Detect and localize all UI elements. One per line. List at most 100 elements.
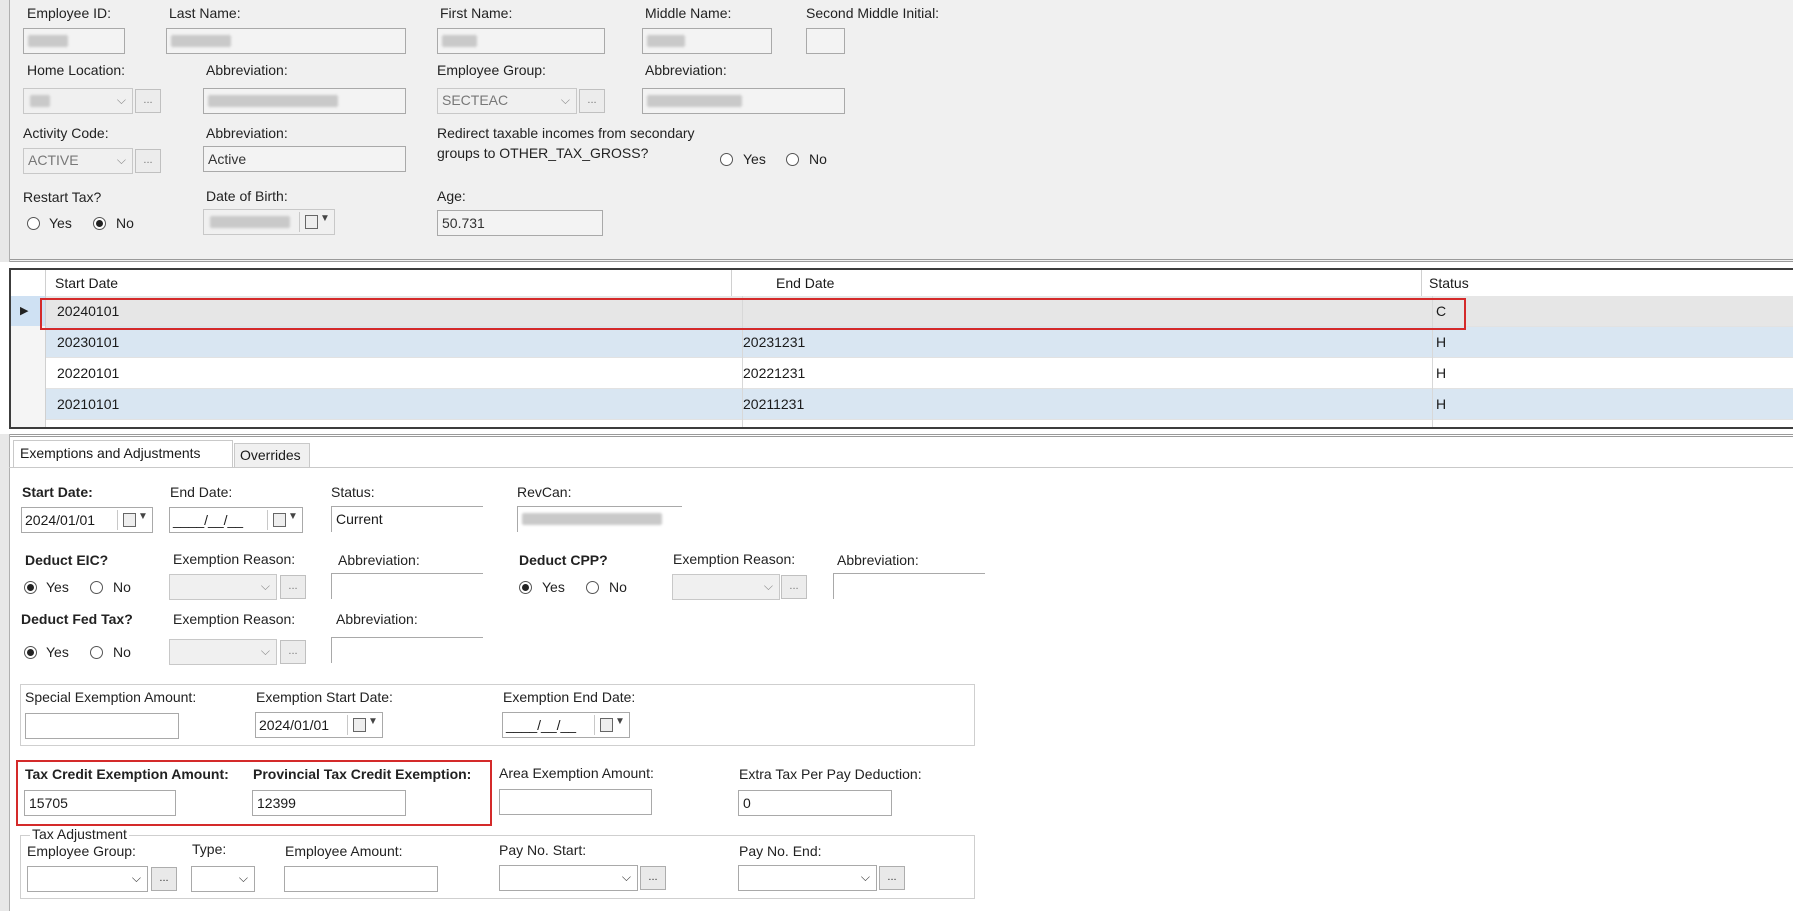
- row-start-date: 20210101: [57, 396, 120, 412]
- chevron-down-icon: ⌵: [131, 871, 141, 885]
- table-row[interactable]: 20210101 20211231 H: [46, 389, 1793, 420]
- calendar-dropdown-icon[interactable]: ▼: [117, 510, 150, 530]
- chevron-down-icon: ⌵: [560, 93, 570, 107]
- tax-adjustment-label: Tax Adjustment: [30, 826, 129, 842]
- restart-tax-yes-radio[interactable]: [27, 217, 40, 230]
- row-start-date: 20220101: [57, 365, 120, 381]
- chevron-down-icon: ⌵: [763, 579, 773, 593]
- first-name-label: First Name:: [440, 5, 513, 21]
- employee-group-lookup-button: ...: [579, 89, 605, 113]
- redirect-taxable-label-line2: groups to OTHER_TAX_GROSS?: [437, 145, 649, 161]
- employee-group-value: SECTEAC: [442, 92, 509, 108]
- exemption-end-date-picker[interactable]: ____/__/__ ▼: [502, 712, 630, 738]
- deduct-eic-yes-radio[interactable]: [24, 581, 37, 594]
- extra-tax-label: Extra Tax Per Pay Deduction:: [739, 766, 922, 782]
- eic-abbreviation-label: Abbreviation:: [338, 552, 420, 568]
- table-row[interactable]: 20230101 20231231 H: [46, 327, 1793, 358]
- activity-code-value: ACTIVE: [28, 152, 79, 168]
- activity-code-lookup-button: ...: [135, 149, 161, 173]
- home-location-label: Home Location:: [27, 62, 126, 78]
- status-label: Status:: [331, 484, 375, 500]
- start-date-label: Start Date:: [22, 484, 93, 500]
- home-location-abbreviation-field: [203, 88, 406, 114]
- deduct-cpp-yes-radio[interactable]: [519, 581, 532, 594]
- chevron-down-icon: ⌵: [621, 870, 631, 884]
- calendar-dropdown-icon[interactable]: ▼: [594, 715, 627, 735]
- redirect-no-label: No: [809, 151, 827, 167]
- activity-code-label: Activity Code:: [23, 125, 109, 141]
- restart-tax-no-label: No: [116, 215, 134, 231]
- pay-no-start-lookup-button[interactable]: ...: [640, 866, 666, 890]
- deduct-cpp-no-label: No: [609, 579, 627, 595]
- cpp-exemption-lookup-button: ...: [781, 575, 807, 599]
- area-exemption-input[interactable]: [499, 789, 652, 815]
- last-name-field: [166, 28, 406, 54]
- deduct-eic-no-radio[interactable]: [90, 581, 103, 594]
- tab-strip-line: [9, 467, 1793, 468]
- exemption-start-date-label: Exemption Start Date:: [256, 689, 393, 705]
- exemption-end-date-value: ____/__/__: [506, 717, 577, 733]
- redirect-taxable-label-line1: Redirect taxable incomes from secondary: [437, 125, 695, 141]
- employee-group-combo: SECTEAC ⌵: [437, 88, 577, 114]
- pay-no-end-combo[interactable]: ⌵: [738, 865, 877, 891]
- calendar-dropdown-icon[interactable]: ▼: [347, 715, 380, 735]
- cpp-exemption-reason-combo: ⌵: [672, 574, 780, 600]
- cpp-abbreviation-label: Abbreviation:: [837, 552, 919, 568]
- deduct-eic-no-label: No: [113, 579, 131, 595]
- redirect-yes-radio[interactable]: [720, 153, 733, 166]
- end-date-label: End Date:: [170, 484, 233, 500]
- age-field: 50.731: [437, 210, 603, 236]
- redirect-no-radio[interactable]: [786, 153, 799, 166]
- employee-amount-input[interactable]: [284, 866, 438, 892]
- fed-exemption-lookup-button: ...: [280, 640, 306, 664]
- middle-name-label: Middle Name:: [645, 5, 732, 21]
- date-of-birth-picker: ▼: [203, 209, 335, 235]
- employee-header-panel: Employee ID: Last Name: First Name: Midd…: [0, 0, 1793, 262]
- table-row[interactable]: 20220101 20221231 H: [46, 358, 1793, 389]
- pay-no-start-label: Pay No. Start:: [499, 842, 587, 858]
- pay-no-start-combo[interactable]: ⌵: [499, 865, 638, 891]
- revcan-field: [517, 506, 682, 532]
- special-exemption-input[interactable]: [25, 713, 179, 739]
- deduct-cpp-no-radio[interactable]: [586, 581, 599, 594]
- eic-exemption-reason-label: Exemption Reason:: [173, 551, 296, 567]
- exemption-start-date-picker[interactable]: 2024/01/01 ▼: [255, 712, 383, 738]
- deduct-cpp-yes-label: Yes: [542, 579, 565, 595]
- grid-header-start-date[interactable]: Start Date: [55, 275, 118, 291]
- last-name-label: Last Name:: [169, 5, 241, 21]
- adj-employee-group-combo[interactable]: ⌵: [27, 866, 148, 892]
- employee-group-abbreviation-label: Abbreviation:: [645, 62, 727, 78]
- tab-label: Overrides: [240, 447, 301, 463]
- deduct-fed-tax-no-radio[interactable]: [90, 646, 103, 659]
- adj-employee-group-lookup-button[interactable]: ...: [151, 867, 177, 891]
- chevron-down-icon: ⌵: [260, 579, 270, 593]
- restart-tax-no-radio[interactable]: [93, 217, 106, 230]
- grid-header-end-date[interactable]: End Date: [776, 275, 834, 291]
- chevron-down-icon: ⌵: [238, 871, 248, 885]
- deduct-fed-tax-yes-radio[interactable]: [24, 646, 37, 659]
- age-label: Age:: [437, 188, 466, 204]
- tab-overrides[interactable]: Overrides: [234, 443, 310, 468]
- type-label: Type:: [192, 841, 227, 857]
- pay-no-end-lookup-button[interactable]: ...: [879, 866, 905, 890]
- end-date-picker[interactable]: ____/__/__ ▼: [169, 507, 303, 533]
- home-location-lookup-button: ...: [135, 89, 161, 113]
- deduct-eic-yes-label: Yes: [46, 579, 69, 595]
- grid-header: Start Date End Date Status: [11, 270, 1793, 297]
- restart-tax-yes-label: Yes: [49, 215, 72, 231]
- deduct-fed-tax-yes-label: Yes: [46, 644, 69, 660]
- grid-header-status[interactable]: Status: [1429, 275, 1469, 291]
- activity-abbreviation-label: Abbreviation:: [206, 125, 288, 141]
- fed-exemption-reason-combo: ⌵: [169, 639, 277, 665]
- exemption-end-date-label: Exemption End Date:: [503, 689, 636, 705]
- row-status: H: [1436, 396, 1447, 412]
- employee-group-label: Employee Group:: [437, 62, 546, 78]
- extra-tax-input[interactable]: 0: [738, 790, 892, 816]
- calendar-dropdown-icon[interactable]: ▼: [267, 510, 300, 530]
- row-end-date: 20231231: [743, 334, 806, 350]
- fed-abbreviation-field: [331, 637, 483, 663]
- tab-exemptions-and-adjustments[interactable]: Exemptions and Adjustments: [13, 440, 233, 468]
- row-status: H: [1436, 365, 1447, 381]
- start-date-picker[interactable]: 2024/01/01 ▼: [21, 507, 153, 533]
- type-combo[interactable]: ⌵: [191, 866, 255, 892]
